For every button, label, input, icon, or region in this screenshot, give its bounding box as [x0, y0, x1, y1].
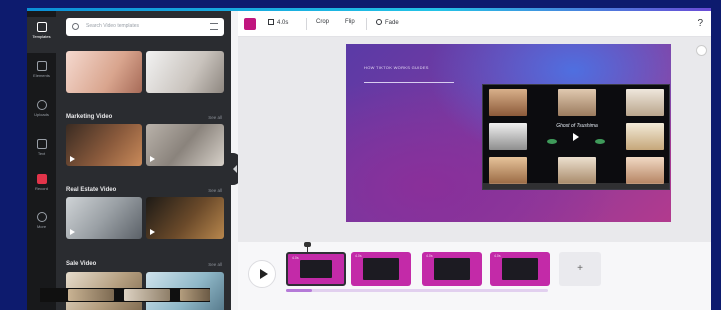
- play-icon: [150, 156, 155, 162]
- rail-item-templates[interactable]: Templates: [27, 17, 56, 53]
- clip-duration: 4.0s: [292, 256, 299, 260]
- elements-icon: [36, 61, 47, 71]
- play-icon: [70, 229, 75, 235]
- embedded-video[interactable]: Ghost of Tsushima: [482, 84, 670, 190]
- video-title: Ghost of Tsushima: [556, 123, 598, 129]
- crop-button[interactable]: Crop: [316, 19, 329, 25]
- template-thumbnail[interactable]: [66, 197, 142, 239]
- see-all-link[interactable]: See all: [208, 262, 222, 267]
- slide-divider: [364, 82, 454, 83]
- clip-thumbnail: [363, 258, 399, 280]
- design-slide[interactable]: HOW TIKTOK WORKS GUIDES Ghost of Tsushim…: [346, 44, 671, 222]
- taskbar-strip: [40, 288, 210, 302]
- editor-toolbar: 4.0s Crop Flip Fade ?: [238, 11, 711, 37]
- rail-item-label: Uploads: [34, 112, 49, 117]
- section-title: Sale Video: [66, 261, 97, 267]
- canvas-area: HOW TIKTOK WORKS GUIDES Ghost of Tsushim…: [238, 37, 711, 242]
- fade-button[interactable]: Fade: [376, 19, 399, 26]
- rail-item-label: Elements: [33, 73, 50, 78]
- toolbar-divider: [306, 18, 307, 30]
- text-icon: [36, 139, 47, 149]
- video-tile: [626, 157, 664, 184]
- timeline-clip[interactable]: 4.0s: [286, 252, 346, 286]
- video-editor-window: Templates Elements Uploads Text Record M…: [27, 8, 711, 310]
- video-play-icon[interactable]: [573, 133, 579, 141]
- clip-duration: 4.0s: [426, 254, 433, 258]
- timeline-clip[interactable]: 4.0s: [490, 252, 550, 286]
- color-swatch-button[interactable]: [244, 18, 256, 30]
- template-thumbnail[interactable]: [66, 124, 142, 166]
- flip-label: Flip: [345, 19, 355, 25]
- clip-thumbnail: [502, 258, 538, 280]
- search-input[interactable]: Search Video templates: [86, 23, 139, 29]
- rail-item-record[interactable]: Record: [27, 169, 56, 205]
- flip-button[interactable]: Flip: [345, 19, 355, 25]
- timeline: 4.0s 4.0s 4.0s 4.0s +: [238, 242, 711, 310]
- see-all-link[interactable]: See all: [208, 188, 222, 193]
- rail-item-label: Record: [35, 186, 48, 191]
- icon-rail: Templates Elements Uploads Text Record M…: [27, 11, 56, 310]
- template-thumbnail[interactable]: [146, 197, 224, 239]
- templates-icon: [36, 22, 47, 32]
- play-icon: [70, 156, 75, 162]
- search-icon: [72, 23, 79, 30]
- timeline-clip[interactable]: 4.0s: [422, 252, 482, 286]
- chevron-left-icon: [233, 165, 237, 173]
- rail-item-text[interactable]: Text: [27, 134, 56, 170]
- clip-thumbnail: [300, 260, 332, 278]
- timeline-progress[interactable]: [286, 289, 548, 292]
- leaf-decoration: [547, 139, 557, 144]
- rail-item-label: More: [36, 224, 47, 229]
- toolbar-divider: [366, 18, 367, 30]
- clip-duration: 4.0s: [355, 254, 362, 258]
- templates-panel: Search Video templates Marketing Video S…: [56, 11, 260, 310]
- video-tile: [489, 157, 527, 184]
- video-tile: [489, 89, 527, 116]
- taskbar-thumbnail[interactable]: [124, 289, 170, 301]
- taskbar-thumbnail[interactable]: [180, 289, 210, 301]
- template-thumbnail[interactable]: [146, 124, 224, 166]
- leaf-decoration: [595, 139, 605, 144]
- record-icon: [36, 174, 47, 184]
- template-thumbnail[interactable]: [66, 51, 142, 93]
- video-tile: [558, 89, 596, 116]
- search-bar[interactable]: Search Video templates: [66, 18, 224, 36]
- video-tile: [626, 123, 664, 150]
- video-controls[interactable]: [483, 183, 669, 189]
- video-tile: [558, 157, 596, 184]
- add-clip-button[interactable]: +: [559, 252, 601, 286]
- rail-item-elements[interactable]: Elements: [27, 56, 56, 92]
- play-icon: [260, 269, 268, 279]
- timeline-play-button[interactable]: [248, 260, 276, 288]
- scissors-icon: [268, 19, 274, 25]
- fade-label: Fade: [385, 20, 399, 26]
- template-thumbnail[interactable]: [146, 51, 224, 93]
- taskbar-thumbnail[interactable]: [68, 289, 114, 301]
- rail-item-more[interactable]: More: [27, 207, 56, 243]
- rail-item-uploads[interactable]: Uploads: [27, 95, 56, 131]
- video-tile: [489, 123, 527, 150]
- more-icon: [36, 212, 47, 222]
- fade-icon: [376, 19, 382, 25]
- play-icon: [150, 229, 155, 235]
- upload-icon: [36, 100, 47, 110]
- section-title: Real Estate Video: [66, 187, 117, 193]
- timeline-clip[interactable]: 4.0s: [351, 252, 411, 286]
- trim-button[interactable]: 4.0s: [268, 19, 288, 26]
- video-tile: [626, 89, 664, 116]
- rail-item-label: Templates: [32, 34, 51, 39]
- slide-heading[interactable]: HOW TIKTOK WORKS GUIDES: [364, 65, 429, 70]
- section-title: Marketing Video: [66, 114, 113, 120]
- rail-item-label: Text: [37, 151, 46, 156]
- clip-duration: 4.0s: [494, 254, 501, 258]
- see-all-link[interactable]: See all: [208, 115, 222, 120]
- trim-label: 4.0s: [277, 20, 289, 26]
- clip-thumbnail: [434, 258, 470, 280]
- crop-label: Crop: [316, 19, 330, 25]
- timeline-progress-fill: [286, 289, 313, 292]
- help-button[interactable]: ?: [697, 18, 703, 29]
- timeline-playhead[interactable]: [304, 242, 311, 252]
- filter-icon[interactable]: [210, 23, 218, 30]
- add-page-button[interactable]: [696, 45, 707, 56]
